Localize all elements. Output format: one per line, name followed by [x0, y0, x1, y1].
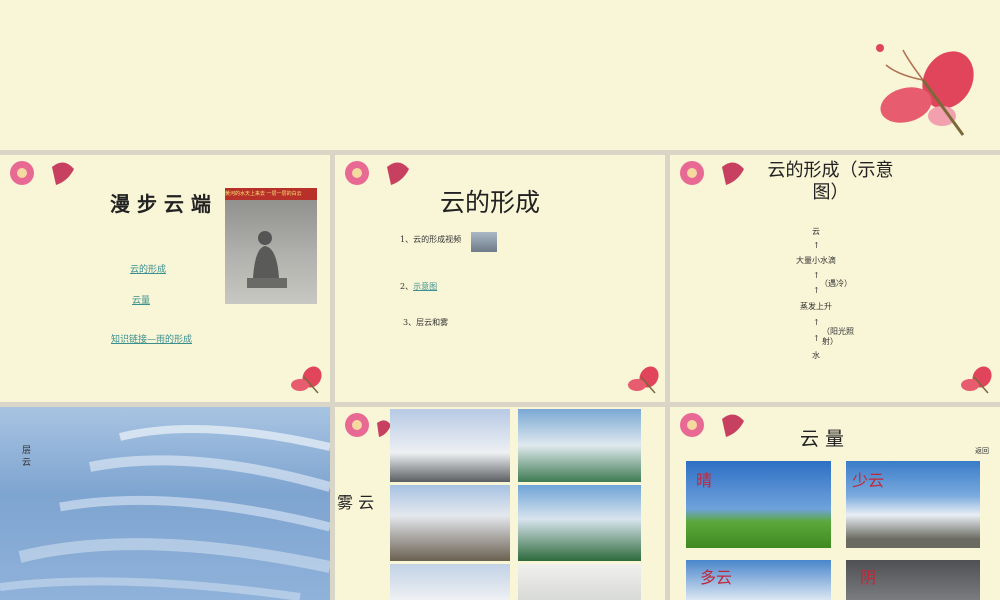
slide-title: 漫 步 云 端 — [110, 192, 211, 216]
flow-node-water: 水 — [812, 351, 820, 360]
slide-6[interactable]: 雾 云 — [335, 407, 665, 600]
cloud-streaks — [0, 425, 330, 600]
flower-icon — [10, 161, 74, 185]
fog-photo-1 — [390, 409, 510, 482]
item-video: 1、云的形成视频 — [400, 234, 461, 245]
slide-5[interactable]: 层云 — [0, 407, 330, 600]
butterfly-icon — [876, 44, 974, 136]
item-text: 层云和雾 — [416, 318, 449, 327]
caption-cloudy: 多云 — [700, 568, 733, 587]
flower-icon — [345, 413, 391, 437]
item-prefix: 3、 — [403, 318, 417, 327]
link-cloud-amount[interactable]: 云量 — [132, 293, 150, 306]
butterfly-small-icon — [291, 366, 322, 394]
item-stratus-fog: 3、层云和雾 — [403, 317, 448, 328]
photo-banner: 黄河的水天上来去 一层一层的白云 — [225, 188, 317, 200]
slide-title: 云的形成（示意图） — [767, 160, 894, 203]
few-clouds-photo: 少云 — [846, 461, 980, 548]
flower-icon — [680, 413, 744, 437]
butterfly-small-icon — [628, 366, 659, 394]
flow-arrow: ↑ — [813, 286, 820, 295]
slide-2[interactable]: 漫 步 云 端 黄河的水天上来去 一层一层的白云 云的形成 云量 知识链接—雨的… — [0, 155, 330, 402]
fog-photo-2 — [518, 409, 641, 482]
flow-arrow: ↑ — [813, 241, 820, 250]
flow-arrow: ↑ — [813, 318, 820, 327]
slide-7[interactable]: 云 量 返回 晴 少云 多云 阴 — [670, 407, 1000, 600]
buddha-photo: 黄河的水天上来去 一层一层的白云 — [225, 188, 317, 304]
flow-node-droplets: 大量小水滴 — [796, 256, 836, 265]
overcast-photo: 阴 — [846, 560, 980, 600]
fog-photo-3 — [390, 485, 510, 561]
fog-photo-6 — [518, 564, 641, 600]
flow-arrow: ↑ — [813, 334, 820, 343]
caption-sunny: 晴 — [696, 471, 713, 490]
slide-title: 云的形成 — [440, 188, 541, 217]
flow-node-cloud: 云 — [812, 227, 820, 236]
fog-cloud-label: 雾 云 — [337, 493, 375, 512]
link-rain-formation[interactable]: 知识链接—雨的形成 — [111, 332, 192, 345]
statue-silhouette — [247, 231, 287, 288]
item-prefix: 2、 — [400, 282, 414, 291]
fog-photo-4 — [518, 485, 641, 561]
flow-note-sunlight: （阳光照射） — [822, 327, 854, 346]
item-diagram: 2、示意图 — [400, 281, 437, 292]
back-button[interactable]: 返回 — [975, 446, 989, 456]
stratus-label: 层云 — [22, 446, 32, 468]
slide-3[interactable]: 云的形成 1、云的形成视频 2、示意图 3、层云和雾 返回 — [335, 155, 665, 402]
sunny-photo: 晴 — [686, 461, 831, 548]
slide-4[interactable]: 云的形成（示意图） 云 ↑ 大量小水滴 ↑ （遇冷） ↑ 蒸发上升 ↑ （阳光照… — [670, 155, 1000, 402]
flow-node-evaporation: 蒸发上升 — [800, 302, 832, 311]
butterfly-small-icon — [961, 366, 992, 394]
flow-arrow: ↑ — [813, 271, 820, 280]
item-text: 云的形成视频 — [413, 235, 462, 244]
link-diagram[interactable]: 示意图 — [413, 282, 437, 291]
fog-photo-5 — [390, 564, 510, 600]
flower-icon — [680, 161, 744, 185]
slide-1[interactable] — [0, 0, 1000, 150]
cloudy-photo: 多云 — [686, 560, 831, 600]
flow-note-cooling: （遇冷） — [820, 279, 852, 288]
flower-icon — [345, 161, 409, 185]
caption-overcast: 阴 — [860, 568, 877, 587]
video-thumbnail[interactable] — [471, 232, 497, 252]
slide-title: 云 量 — [800, 428, 845, 450]
item-prefix: 1、 — [400, 235, 414, 244]
link-cloud-formation[interactable]: 云的形成 — [130, 262, 166, 275]
caption-few-clouds: 少云 — [852, 471, 885, 490]
